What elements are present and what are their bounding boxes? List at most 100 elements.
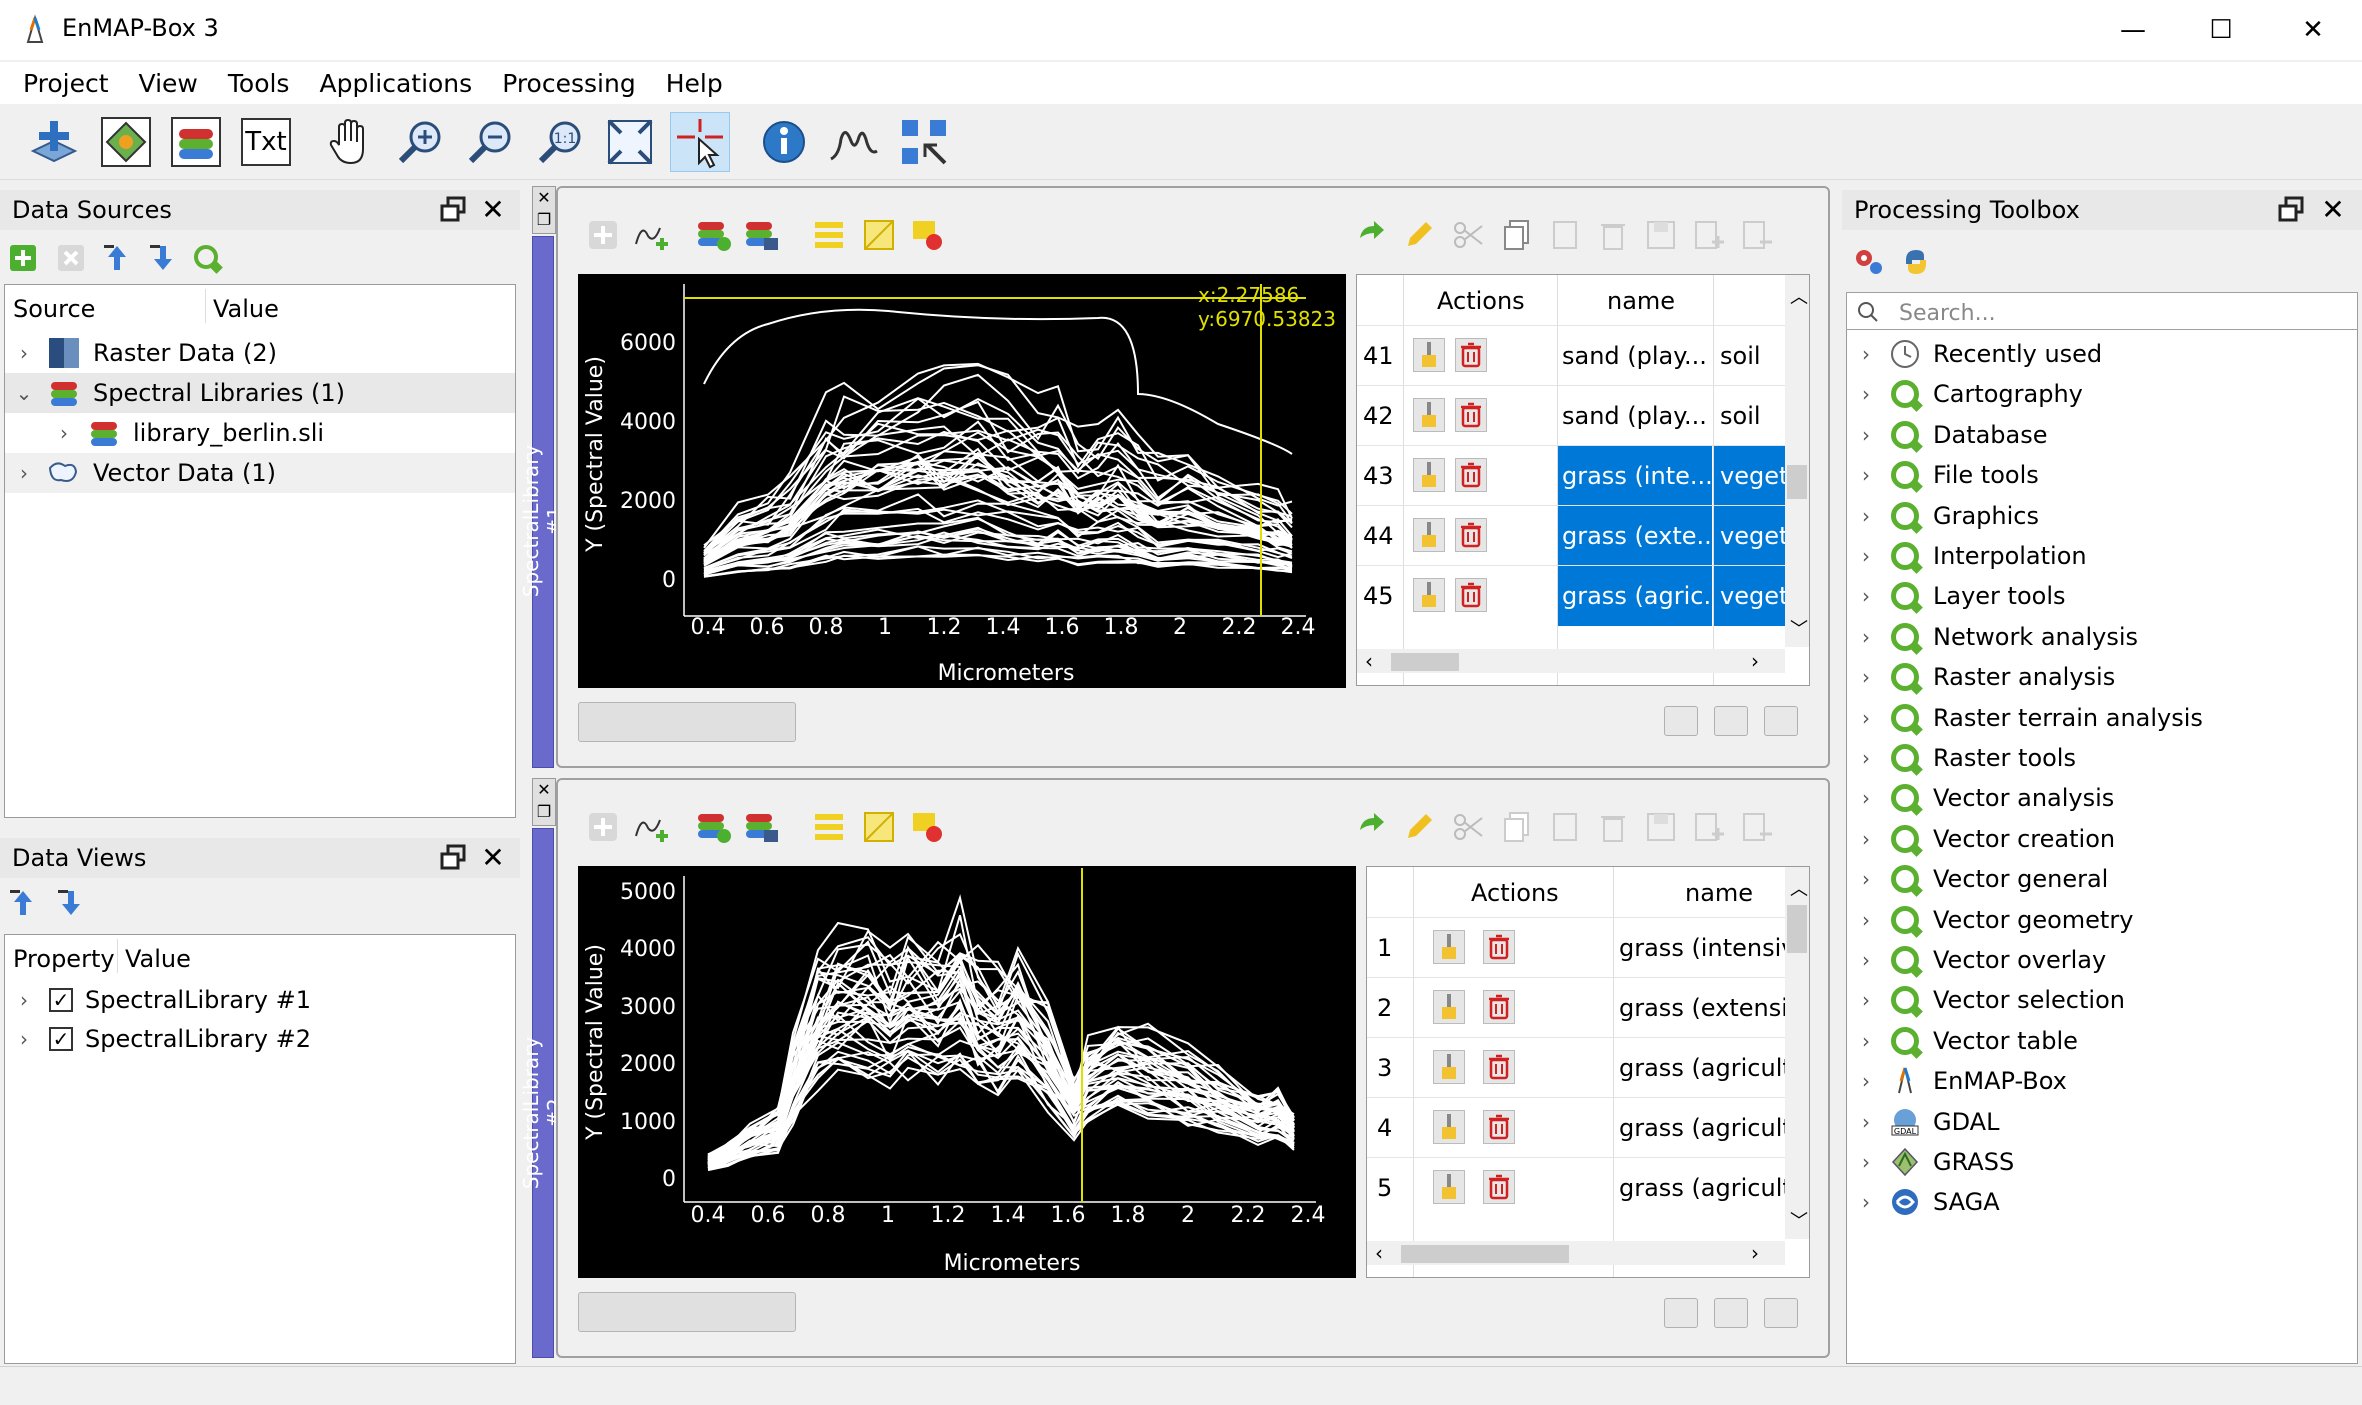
processing-group[interactable]: › Vector overlay bbox=[1847, 940, 2357, 980]
chevron-right-icon[interactable]: › bbox=[1855, 1150, 1877, 1174]
name-cell[interactable]: grass (agriculti bbox=[1619, 1038, 1785, 1098]
processing-group[interactable]: › Network analysis bbox=[1847, 617, 2357, 657]
invert-selection-icon[interactable] bbox=[862, 810, 896, 844]
table-row[interactable]: 41 sand (play... soil bbox=[1357, 325, 1785, 385]
export-speclib-icon[interactable] bbox=[744, 216, 778, 250]
brush-icon[interactable] bbox=[1433, 990, 1465, 1024]
visibility-checkbox[interactable]: ✓ bbox=[49, 1027, 73, 1051]
processing-group[interactable]: › Cartography bbox=[1847, 374, 2357, 414]
menu-applications[interactable]: Applications bbox=[304, 69, 487, 98]
processing-group[interactable]: › Raster analysis bbox=[1847, 657, 2357, 697]
name-cell[interactable]: sand (play... bbox=[1558, 326, 1712, 386]
remove-source-icon[interactable] bbox=[56, 243, 90, 277]
invert-selection-icon[interactable] bbox=[862, 218, 896, 252]
copy-icon[interactable] bbox=[1500, 218, 1534, 252]
processing-group[interactable]: › GRASS bbox=[1847, 1142, 2357, 1182]
chevron-right-icon[interactable]: › bbox=[1855, 827, 1877, 851]
chevron-right-icon[interactable]: › bbox=[1855, 867, 1877, 891]
scroll-thumb[interactable] bbox=[1787, 465, 1807, 499]
chevron-right-icon[interactable]: › bbox=[13, 1027, 35, 1051]
add-attribute-icon[interactable] bbox=[1692, 218, 1726, 252]
scroll-right-icon[interactable]: › bbox=[1751, 649, 1759, 673]
scroll-left-icon[interactable]: ‹ bbox=[1365, 649, 1373, 673]
chevron-right-icon[interactable]: › bbox=[13, 988, 35, 1012]
source-column-header[interactable]: Source bbox=[13, 295, 95, 323]
processing-group[interactable]: › Vector general bbox=[1847, 859, 2357, 899]
chevron-right-icon[interactable]: › bbox=[1855, 1110, 1877, 1134]
value-column-header[interactable]: Value bbox=[213, 295, 279, 323]
speclib1-plot-svg[interactable]: 0 2000 4000 6000 0.4 0.6 0.8 1 1.2 1.4 1… bbox=[578, 274, 1346, 688]
float-dock-icon[interactable]: ❐ bbox=[533, 209, 555, 231]
brush-icon[interactable] bbox=[1413, 518, 1445, 552]
chevron-down-icon[interactable]: ⌄ bbox=[13, 381, 35, 405]
menu-view[interactable]: View bbox=[124, 69, 213, 98]
brush-icon[interactable] bbox=[1413, 458, 1445, 492]
trash-icon[interactable] bbox=[1483, 1050, 1515, 1084]
identify-cursor-location-button[interactable] bbox=[670, 112, 730, 172]
tree-row-speclib-2[interactable]: › ✓ SpectralLibrary #2 bbox=[5, 1019, 515, 1059]
processing-group[interactable]: › Raster tools bbox=[1847, 738, 2357, 778]
chevron-right-icon[interactable]: › bbox=[1855, 1029, 1877, 1053]
chevron-right-icon[interactable]: › bbox=[1855, 948, 1877, 972]
vertical-scrollbar[interactable]: ︿ ﹀ bbox=[1785, 867, 1809, 1239]
close-window-button[interactable]: ✕ bbox=[2288, 8, 2338, 52]
chevron-right-icon[interactable]: › bbox=[53, 421, 75, 445]
vertical-scrollbar[interactable]: ︿ ﹀ bbox=[1785, 275, 1809, 647]
speclib2-filter-box[interactable] bbox=[578, 1292, 796, 1332]
trash-icon[interactable] bbox=[1455, 338, 1487, 372]
table-row[interactable]: 1 grass (intensiv bbox=[1367, 917, 1785, 977]
close-data-sources-icon[interactable]: ✕ bbox=[476, 192, 510, 226]
toggle-editing-icon[interactable] bbox=[1402, 218, 1436, 252]
tree-row-vector-data[interactable]: › Vector Data (1) bbox=[5, 453, 515, 493]
undock-data-views-icon[interactable] bbox=[436, 840, 470, 874]
trash-icon[interactable] bbox=[1483, 990, 1515, 1024]
table-row[interactable]: 3 grass (agriculti bbox=[1367, 1037, 1785, 1097]
processing-group[interactable]: › Graphics bbox=[1847, 496, 2357, 536]
speclib1-table-view-button[interactable] bbox=[1764, 706, 1798, 736]
chevron-right-icon[interactable]: › bbox=[1855, 625, 1877, 649]
import-speclib-icon[interactable] bbox=[696, 216, 731, 251]
delete-icon[interactable] bbox=[1596, 810, 1630, 844]
class-cell[interactable]: soil bbox=[1714, 386, 1785, 446]
tree-row-spectral-libraries[interactable]: ⌄ Spectral Libraries (1) bbox=[5, 373, 515, 413]
speclib1-settings-button[interactable] bbox=[1664, 706, 1698, 736]
save-edits-icon[interactable] bbox=[1644, 810, 1678, 844]
trash-icon[interactable] bbox=[1483, 1110, 1515, 1144]
scroll-thumb[interactable] bbox=[1787, 905, 1807, 953]
processing-group[interactable]: › EnMAP-Box bbox=[1847, 1061, 2357, 1101]
speclib1-filter-box[interactable] bbox=[578, 702, 796, 742]
scroll-thumb[interactable] bbox=[1391, 653, 1459, 671]
close-dock-icon[interactable]: ✕ bbox=[533, 187, 555, 209]
speclib1-plot[interactable]: 0 2000 4000 6000 0.4 0.6 0.8 1 1.2 1.4 1… bbox=[578, 274, 1346, 688]
collapse-all-icon[interactable] bbox=[8, 888, 42, 922]
expand-all-icon[interactable] bbox=[148, 243, 182, 277]
reload-icon[interactable] bbox=[1354, 218, 1388, 252]
pan-button[interactable] bbox=[320, 112, 380, 172]
save-edits-icon[interactable] bbox=[1644, 218, 1678, 252]
name-cell[interactable]: grass (agriculti bbox=[1619, 1158, 1785, 1218]
processing-group[interactable]: › Vector geometry bbox=[1847, 900, 2357, 940]
tree-row-speclib-1[interactable]: › ✓ SpectralLibrary #1 bbox=[5, 980, 515, 1020]
scroll-left-icon[interactable]: ‹ bbox=[1375, 1241, 1383, 1265]
delete-icon[interactable] bbox=[1596, 218, 1630, 252]
chevron-right-icon[interactable]: › bbox=[1855, 342, 1877, 366]
paste-icon[interactable] bbox=[1548, 810, 1582, 844]
menu-processing[interactable]: Processing bbox=[487, 69, 651, 98]
processing-group[interactable]: › Vector analysis bbox=[1847, 778, 2357, 818]
minimize-button[interactable]: — bbox=[2108, 8, 2158, 52]
spectral-profile-line[interactable] bbox=[703, 308, 1293, 455]
float-dock-icon[interactable]: ❐ bbox=[533, 801, 555, 823]
chevron-right-icon[interactable]: › bbox=[1855, 908, 1877, 932]
add-current-profile-icon[interactable] bbox=[634, 806, 668, 842]
spectral-profile-button[interactable] bbox=[824, 112, 884, 172]
select-all-icon[interactable] bbox=[812, 810, 846, 844]
python-icon[interactable] bbox=[1900, 246, 1934, 280]
menu-project[interactable]: Project bbox=[8, 69, 124, 98]
class-cell[interactable]: veget bbox=[1714, 506, 1785, 566]
reload-icon[interactable] bbox=[1354, 810, 1388, 844]
visibility-checkbox[interactable]: ✓ bbox=[49, 988, 73, 1012]
processing-group[interactable]: › Vector creation bbox=[1847, 819, 2357, 859]
add-data-source-button[interactable] bbox=[24, 112, 84, 172]
tree-row-library-berlin[interactable]: › library_berlin.sli bbox=[5, 413, 515, 453]
expand-all-icon[interactable] bbox=[56, 888, 90, 922]
